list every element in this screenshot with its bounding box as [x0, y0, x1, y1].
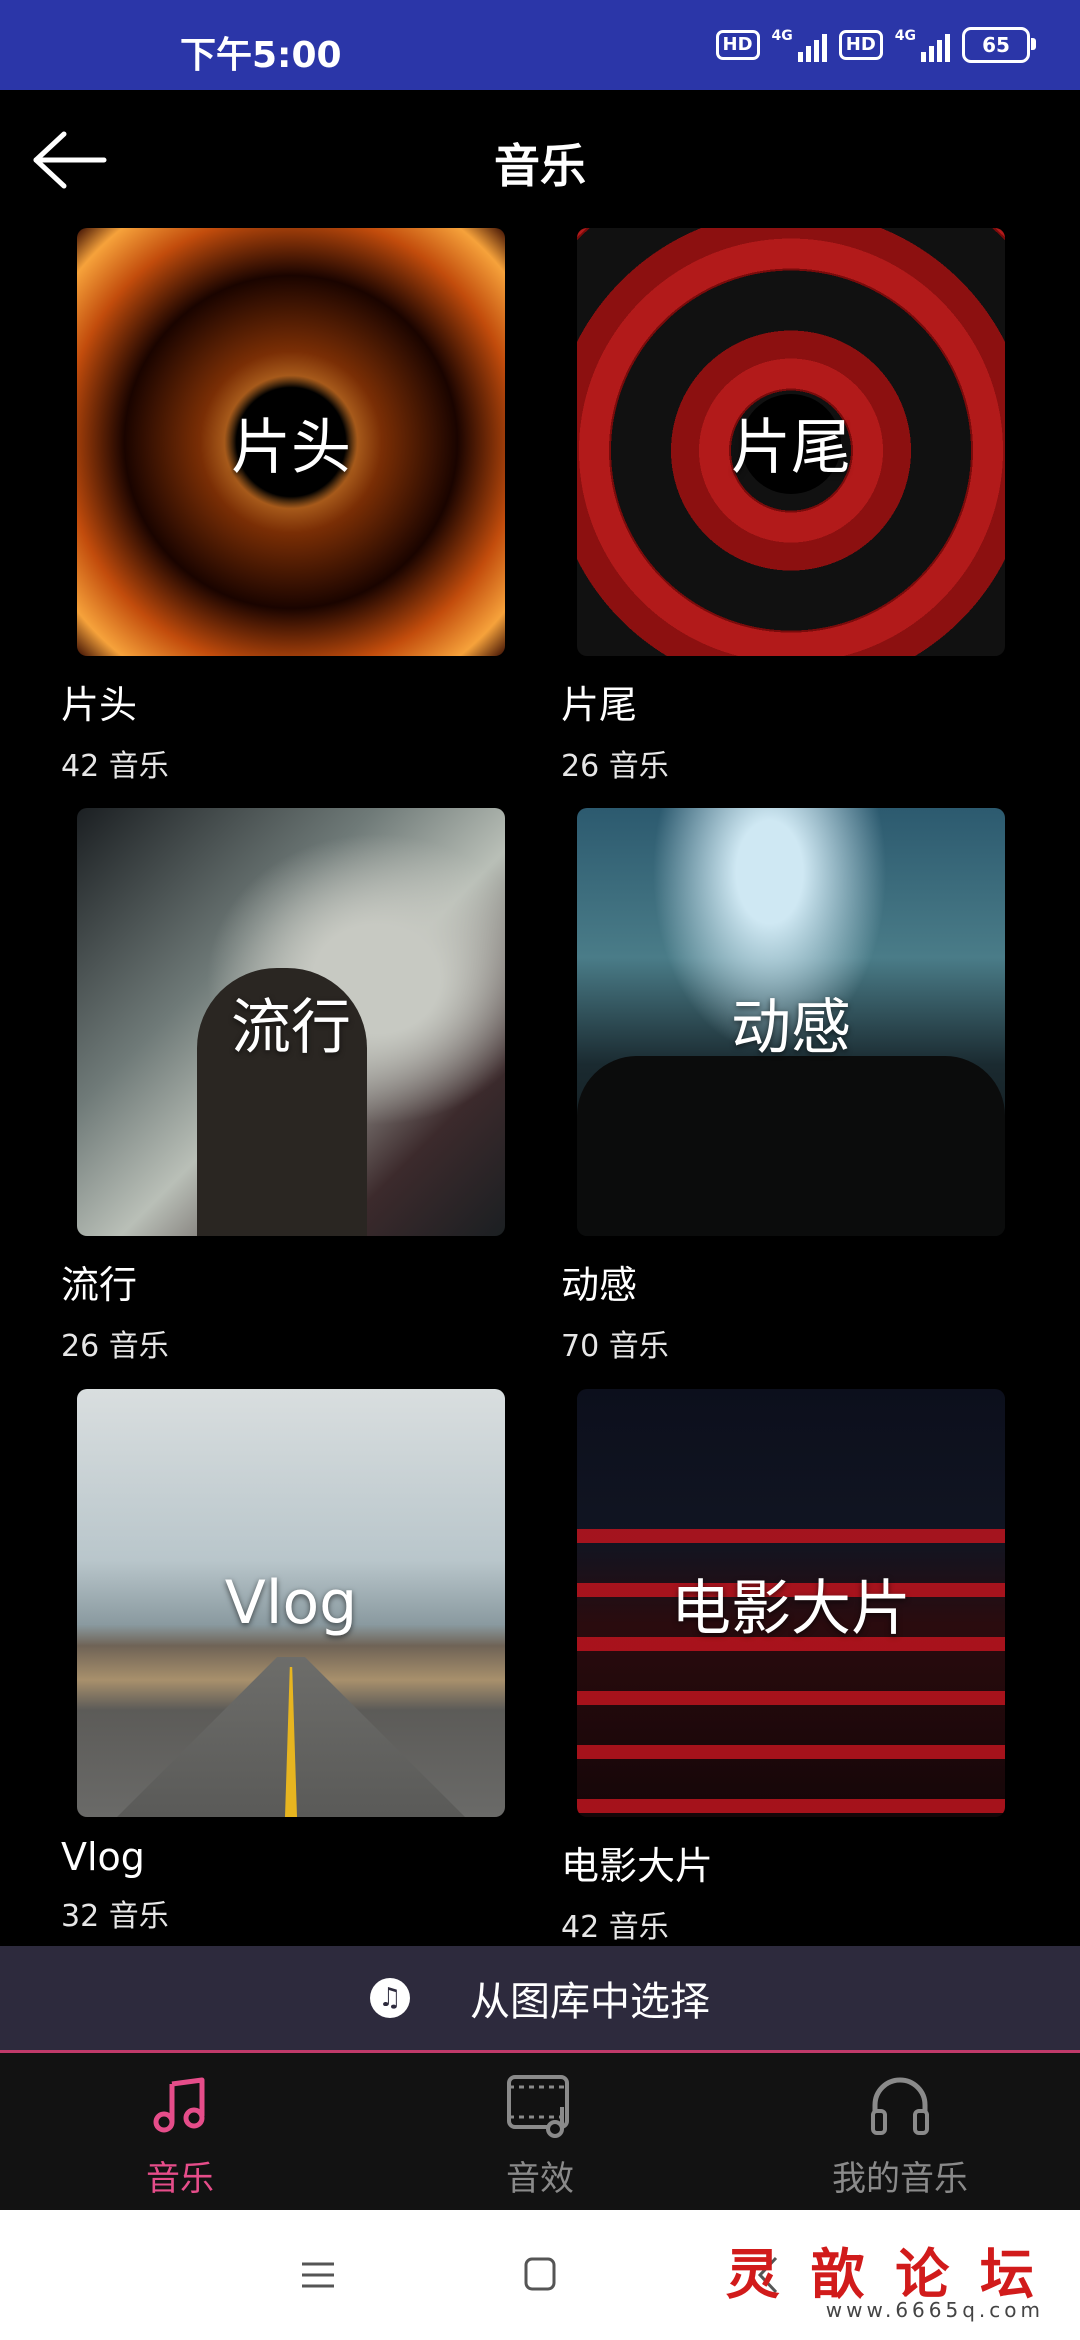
- category-card-dynamic[interactable]: 动感 动感 70 音乐: [561, 808, 1005, 1365]
- hd-badge: HD: [838, 30, 883, 60]
- category-overlay-title: Vlog: [224, 1568, 358, 1638]
- status-time: 下午5:00: [180, 35, 342, 76]
- category-overlay-title: 电影大片: [671, 1573, 911, 1644]
- category-overlay-title: 流行: [231, 992, 351, 1063]
- nav-label: 音乐: [146, 2159, 214, 2199]
- category-count: 32 音乐: [61, 1899, 169, 1934]
- category-thumbnail[interactable]: 片尾: [577, 228, 1005, 656]
- page-title: 音乐: [494, 139, 586, 193]
- category-name: 流行: [61, 1263, 138, 1307]
- category-count: 70 音乐: [561, 1329, 669, 1364]
- category-thumbnail[interactable]: 动感: [577, 808, 1005, 1236]
- music-note-icon: [0, 2071, 360, 2141]
- bottom-nav: 音乐 音效 我的音乐: [0, 2053, 1080, 2210]
- network-type: 4G: [771, 28, 793, 44]
- nav-label: 音效: [506, 2159, 574, 2199]
- nav-label: 我的音乐: [832, 2159, 968, 2199]
- category-card-vlog[interactable]: Vlog Vlog 32 音乐: [61, 1389, 505, 1935]
- category-card-outro[interactable]: 片尾 片尾 26 音乐: [561, 228, 1005, 785]
- category-count: 42 音乐: [561, 1910, 669, 1945]
- film-music-icon: [360, 2071, 720, 2141]
- headphones-icon: [720, 2071, 1080, 2141]
- category-name: 电影大片: [561, 1844, 714, 1888]
- watermark-url: www.6665q.com: [825, 2298, 1044, 2322]
- category-count: 26 音乐: [61, 1329, 169, 1364]
- network-type: 4G: [894, 28, 916, 44]
- music-note-icon: ♫: [370, 1978, 410, 2018]
- category-overlay-title: 动感: [731, 992, 851, 1063]
- category-count: 42 音乐: [61, 749, 169, 784]
- category-name: 动感: [561, 1263, 638, 1307]
- nav-item-music[interactable]: 音乐: [0, 2071, 360, 2200]
- category-name: Vlog: [61, 1835, 145, 1879]
- category-name: 片头: [61, 683, 138, 727]
- choose-from-gallery-label: 从图库中选择: [470, 1979, 710, 2025]
- category-thumbnail[interactable]: 片头: [77, 228, 505, 656]
- home-icon[interactable]: [510, 2250, 570, 2300]
- app-header: 音乐: [0, 90, 1080, 230]
- category-overlay-title: 片头: [231, 412, 351, 483]
- battery-icon: 65: [962, 27, 1036, 63]
- status-icons: HD 4G HD 4G 65: [715, 22, 1036, 68]
- category-card-intro[interactable]: 片头 片头 42 音乐: [61, 228, 505, 785]
- system-nav-bar: 灵 歆 论 坛 www.6665q.com: [0, 2210, 1080, 2340]
- signal-icon: 4G: [895, 28, 950, 62]
- choose-from-gallery-button[interactable]: ♫ 从图库中选择: [0, 1946, 1080, 2053]
- status-bar: 下午5:00 HD 4G HD 4G 65: [0, 0, 1080, 90]
- signal-icon: 4G: [772, 28, 827, 62]
- nav-item-sound-effects[interactable]: 音效: [360, 2071, 720, 2200]
- category-count: 26 音乐: [561, 749, 669, 784]
- category-card-pop[interactable]: 流行 流行 26 音乐: [61, 808, 505, 1365]
- category-card-movie[interactable]: 电影大片 电影大片 42 音乐: [561, 1389, 1005, 1946]
- nav-item-my-music[interactable]: 我的音乐: [720, 2071, 1080, 2200]
- menu-icon[interactable]: [288, 2250, 348, 2300]
- category-thumbnail[interactable]: 电影大片: [577, 1389, 1005, 1817]
- hd-badge: HD: [715, 30, 760, 60]
- battery-level: 65: [982, 33, 1010, 57]
- category-name: 片尾: [561, 683, 638, 727]
- category-thumbnail[interactable]: 流行: [77, 808, 505, 1236]
- category-thumbnail[interactable]: Vlog: [77, 1389, 505, 1817]
- category-overlay-title: 片尾: [731, 412, 851, 483]
